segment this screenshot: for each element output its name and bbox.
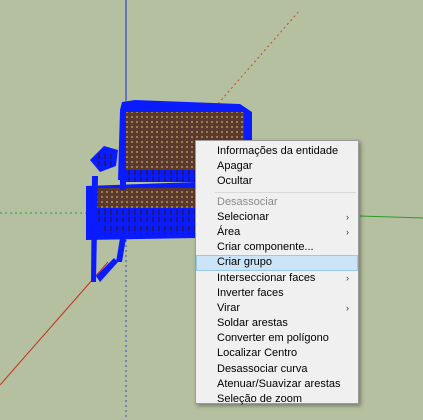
menu-item-interseccionar-faces[interactable]: Interseccionar faces › — [196, 271, 358, 286]
menu-item-label: Área — [217, 225, 241, 238]
menu-item-converter-em-poligono[interactable]: Converter em polígono — [196, 331, 358, 346]
chair-back-post — [120, 112, 126, 190]
menu-item-label: Seleção de zoom — [217, 393, 302, 405]
chevron-right-icon: › — [346, 302, 349, 313]
menu-item-desassociar: Desassociar — [196, 195, 358, 210]
menu-item-label: Inverter faces — [217, 286, 284, 299]
menu-item-criar-grupo[interactable]: Criar grupo — [196, 255, 358, 271]
menu-item-label: Informações da entidade — [217, 145, 339, 157]
menu-item-selecao-de-zoom[interactable]: Seleção de zoom — [196, 392, 358, 407]
menu-item-label: Selecionar — [217, 210, 269, 223]
menu-item-label: Desassociar — [217, 195, 278, 208]
chair-armrest-slats — [96, 154, 114, 166]
menu-item-inverter-faces[interactable]: Inverter faces — [196, 286, 358, 301]
menu-item-label: Criar componente... — [217, 241, 314, 254]
menu-item-atenuar-suavizar-arestas[interactable]: Atenuar/Suavizar arestas — [196, 377, 358, 392]
chevron-right-icon: › — [346, 211, 349, 222]
menu-item-ocultar[interactable]: Ocultar — [196, 174, 358, 189]
menu-item-virar[interactable]: Virar › — [196, 301, 358, 316]
menu-item-criar-componente[interactable]: Criar componente... — [196, 240, 358, 255]
menu-item-informacoes-da-entidade[interactable]: Informações da entidade — [196, 144, 358, 159]
menu-item-label: Apagar — [217, 160, 253, 173]
chair-front-slats — [100, 226, 196, 234]
menu-separator — [215, 191, 356, 193]
menu-item-label: Virar — [217, 301, 241, 314]
context-menu: Informações da entidade Apagar Ocultar Desa… — [195, 140, 359, 407]
menu-item-apagar[interactable]: Apagar — [196, 159, 358, 174]
menu-item-soldar-arestas[interactable]: Soldar arestas — [196, 316, 358, 331]
menu-item-label: Desassociar curva — [217, 362, 308, 375]
menu-item-label: Interseccionar faces — [217, 271, 316, 284]
chair-seat-slats — [96, 208, 196, 222]
menu-item-label: Converter em polígono — [217, 332, 329, 345]
menu-item-localizar-centro[interactable]: Localizar Centro — [196, 346, 358, 361]
menu-item-area[interactable]: Área › — [196, 225, 358, 240]
menu-item-label: Atenuar/Suavizar arestas — [217, 377, 341, 390]
menu-item-label: Ocultar — [217, 175, 253, 188]
chevron-right-icon: › — [346, 272, 349, 283]
menu-item-label: Soldar arestas — [217, 317, 288, 330]
menu-item-label: Criar grupo — [217, 256, 273, 269]
chair-seat-weave — [96, 188, 196, 208]
menu-item-desassociar-curva[interactable]: Desassociar curva — [196, 362, 358, 377]
chevron-right-icon: › — [346, 226, 349, 237]
menu-item-selecionar[interactable]: Selecionar › — [196, 210, 358, 225]
menu-item-label: Localizar Centro — [217, 347, 298, 360]
